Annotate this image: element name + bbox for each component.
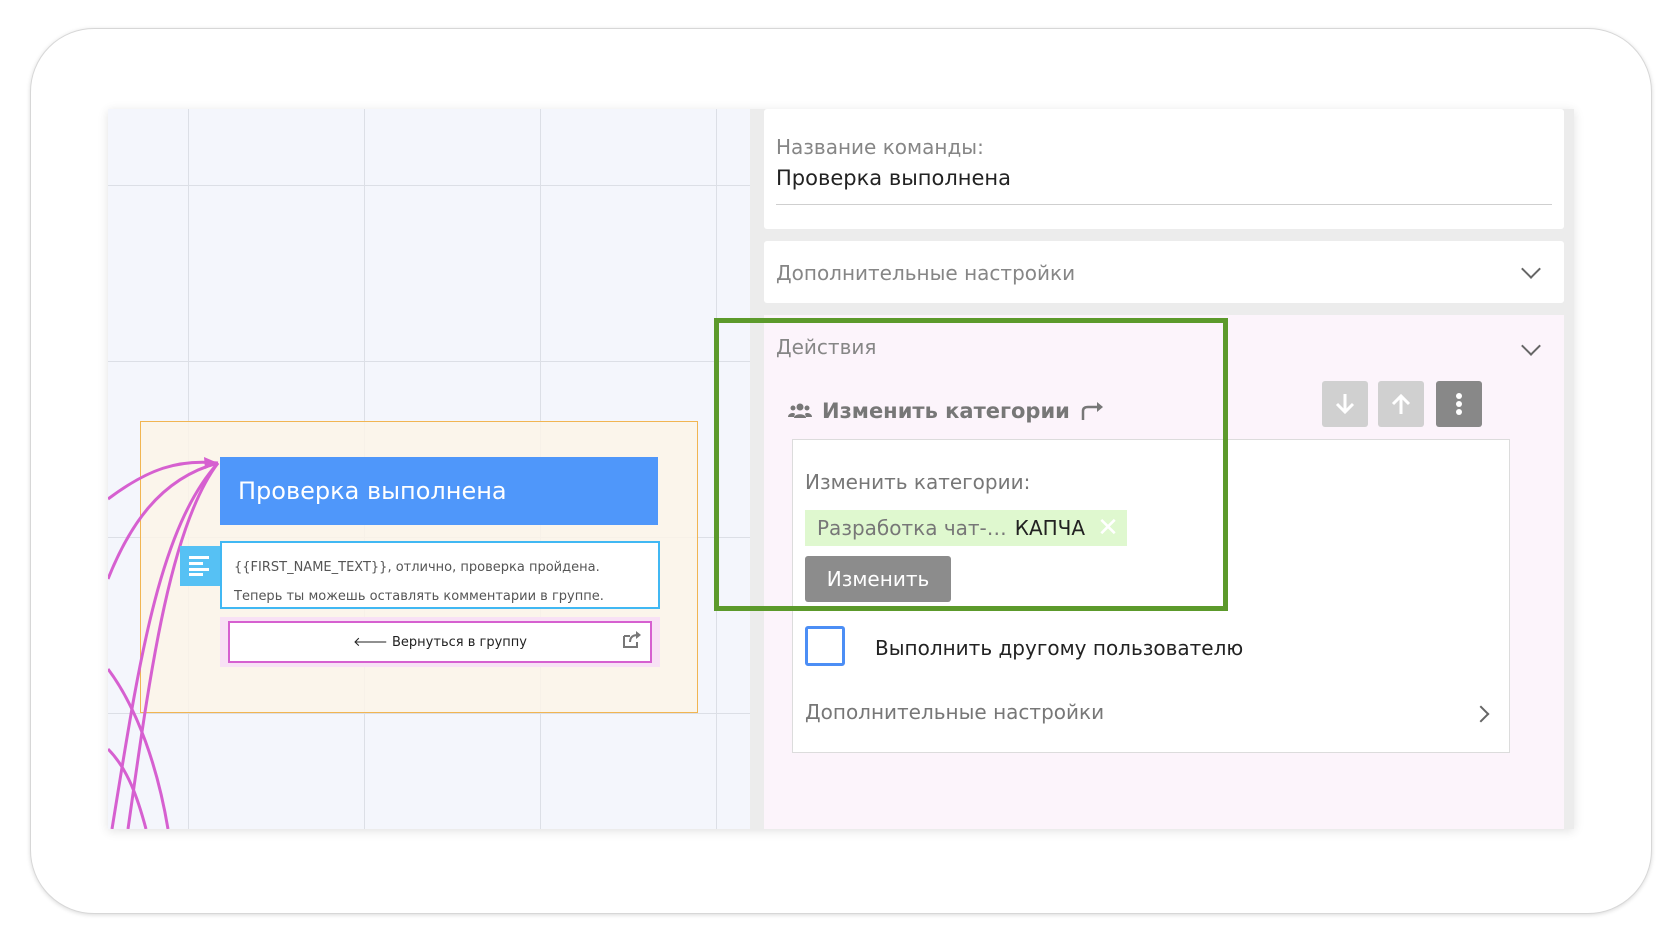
text-block-icon: [180, 546, 220, 586]
return-to-group-label: 🡐 Вернуться в группу: [353, 635, 527, 650]
editor-screenshot: Проверка выполнена {{FIRST_NAME_TEXT}}, …: [108, 109, 1574, 829]
category-tag: Разработка чат-… КАПЧА ✕: [805, 510, 1127, 546]
action-additional-settings[interactable]: Дополнительные настройки: [805, 700, 1104, 724]
actions-label[interactable]: Действия: [776, 335, 876, 359]
remove-tag-icon[interactable]: ✕: [1097, 513, 1119, 543]
return-to-group-button[interactable]: 🡐 Вернуться в группу: [228, 621, 652, 663]
node-title[interactable]: Проверка выполнена: [220, 457, 658, 525]
tag-category: Разработка чат-…: [817, 516, 1007, 540]
actions-section: Действия Изменить категории Изменить кат…: [764, 315, 1564, 829]
change-categories-label: Изменить категории:: [805, 470, 1031, 494]
arrow-up-icon: [1391, 393, 1411, 414]
additional-settings-card[interactable]: Дополнительные настройки: [764, 241, 1564, 303]
move-down-button[interactable]: [1322, 381, 1368, 427]
settings-panel: Название команды: Проверка выполнена Доп…: [750, 109, 1574, 829]
redirect-arrow-icon: [1081, 402, 1103, 420]
message-text-block[interactable]: {{FIRST_NAME_TEXT}}, отлично, проверка п…: [220, 541, 660, 609]
move-up-button[interactable]: [1378, 381, 1424, 427]
chevron-down-icon[interactable]: [1521, 259, 1541, 279]
message-line-2: Теперь ты можешь оставлять комментарии в…: [234, 589, 604, 604]
command-name-card: Название команды: Проверка выполнена: [764, 109, 1564, 229]
connector-line: [110, 461, 220, 829]
other-user-label: Выполнить другому пользователю: [875, 636, 1244, 660]
other-user-checkbox[interactable]: [805, 626, 845, 666]
tag-value: КАПЧА: [1014, 516, 1086, 540]
flow-canvas[interactable]: Проверка выполнена {{FIRST_NAME_TEXT}}, …: [108, 109, 750, 829]
share-icon: [622, 631, 642, 653]
more-vertical-icon: [1456, 393, 1462, 415]
arrow-down-icon: [1335, 394, 1355, 415]
action-body: Изменить категории: Разработка чат-… КАП…: [792, 439, 1510, 753]
more-options-button[interactable]: [1436, 381, 1482, 427]
action-title: Изменить категории: [822, 399, 1070, 423]
chevron-right-icon[interactable]: [1472, 705, 1490, 723]
users-icon: [788, 403, 812, 418]
action-header: Изменить категории: [788, 399, 1104, 423]
change-button[interactable]: Изменить: [805, 556, 951, 602]
chevron-down-icon[interactable]: [1521, 336, 1541, 356]
message-line-1: {{FIRST_NAME_TEXT}}, отлично, проверка п…: [234, 560, 600, 575]
input-underline: [776, 204, 1552, 205]
additional-settings-label: Дополнительные настройки: [776, 261, 1076, 285]
command-name-input[interactable]: Проверка выполнена: [776, 166, 1011, 190]
command-name-label: Название команды:: [776, 135, 984, 159]
